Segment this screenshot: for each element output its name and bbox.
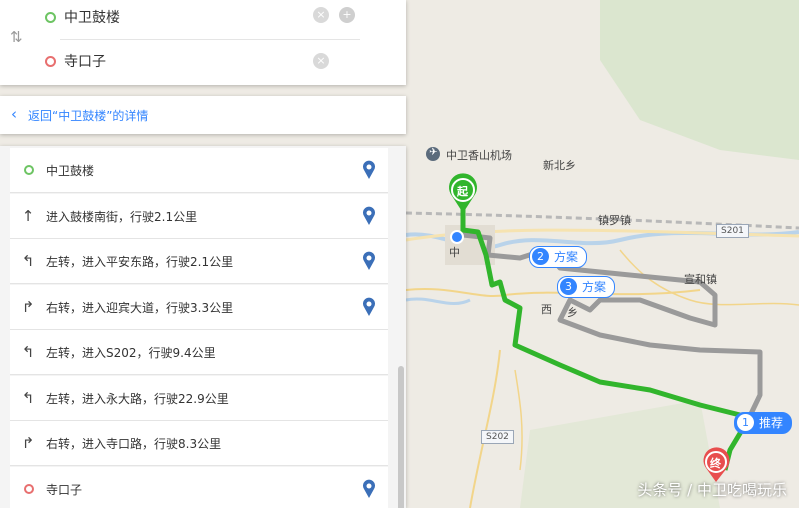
turn-left-icon: ↰ (21, 343, 35, 361)
back-link[interactable]: 返回“中卫鼓楼”的详情 (28, 107, 148, 124)
route-step-text: 中卫鼓楼 (46, 164, 95, 178)
end-marker-label: 终 (710, 457, 721, 470)
road-shield-s202: S202 (481, 430, 514, 444)
route-badge-number: 2 (532, 248, 549, 265)
chevron-left-icon: ‹ (11, 105, 17, 123)
turn-left-icon: ↰ (21, 252, 35, 270)
route-step-text: 左转，进入S202，行驶9.4公里 (46, 346, 216, 360)
map-pin-icon[interactable] (362, 206, 376, 226)
start-marker-label: 起 (457, 185, 468, 198)
route-search-box: ⇅ 中卫鼓楼 × + 寺口子 × (0, 0, 406, 85)
map-label-xinbei: 新北乡 (543, 159, 576, 172)
scrollbar[interactable] (398, 366, 404, 508)
route-badge-1[interactable]: 1 推荐 (734, 412, 793, 434)
route-badge-number: 1 (737, 414, 754, 431)
route-step-text: 进入鼓楼南街，行驶2.1公里 (46, 209, 198, 224)
destination-input[interactable]: 寺口子 (64, 51, 106, 71)
swap-icon[interactable]: ⇅ (10, 28, 23, 46)
map-pin-icon[interactable] (362, 160, 376, 180)
route-badge-label: 推荐 (759, 416, 784, 430)
back-bar[interactable]: ‹ 返回“中卫鼓楼”的详情 (0, 96, 406, 134)
destination-dot-icon (45, 56, 56, 67)
origin-input[interactable]: 中卫鼓楼 (64, 7, 120, 27)
route-badge-2[interactable]: 2 方案 (529, 246, 588, 268)
location-dot (450, 230, 464, 244)
turn-right-icon: ↱ (21, 297, 35, 316)
route-step-text: 寺口子 (46, 482, 83, 497)
origin-dot-icon (45, 12, 56, 23)
map-label-zhong: 中 (449, 246, 460, 259)
map-pin-icon[interactable] (362, 479, 376, 499)
map-label-airport: 中卫香山机场 (446, 149, 512, 162)
field-divider (60, 39, 360, 40)
map-pin-icon[interactable] (362, 251, 376, 271)
airplane-icon: ✈ (429, 147, 438, 158)
turn-left-icon: ↰ (21, 388, 35, 407)
map-label-xuanhe: 宣和镇 (684, 273, 717, 286)
clear-destination-icon[interactable]: × (313, 53, 329, 69)
route-step-text: 左转，进入永大路，行驶22.9公里 (46, 391, 229, 406)
map-label-zhenluo: 镇罗镇 (598, 214, 631, 227)
end-dot-icon (24, 483, 34, 494)
route-step[interactable]: ↑ 进入鼓楼南街，行驶2.1公里 (10, 193, 388, 239)
clear-origin-icon[interactable]: × (313, 7, 329, 23)
map-label-xiang: 乡 (567, 306, 578, 319)
map-label-xi: 西 (541, 303, 552, 316)
route-step-text: 右转，进入迎宾大道，行驶3.3公里 (46, 300, 234, 315)
route-step-text: 左转，进入平安东路，行驶2.1公里 (46, 255, 234, 269)
add-waypoint-icon[interactable]: + (339, 7, 355, 23)
route-steps-panel: 中卫鼓楼 ↑ 进入鼓楼南街，行驶2.1公里 ↰ 左转，进入平安东路，行驶2.1公里 ↱ 右转… (0, 146, 406, 508)
turn-right-icon: ↱ (21, 434, 35, 452)
route-step[interactable]: ↰ 左转，进入S202，行驶9.4公里 (10, 330, 388, 375)
route-step[interactable]: ↰ 左转，进入平安东路，行驶2.1公里 (10, 239, 388, 284)
route-step[interactable]: 寺口子 (10, 466, 388, 508)
route-step[interactable]: ↱ 右转，进入迎宾大道，行驶3.3公里 (10, 284, 388, 330)
road-shield-s201: S201 (716, 224, 749, 238)
route-step[interactable]: ↱ 右转，进入寺口路，行驶8.3公里 (10, 421, 388, 466)
map-pin-icon[interactable] (362, 297, 376, 317)
watermark: 头条号 / 中卫吃喝玩乐 (637, 481, 787, 499)
route-step[interactable]: 中卫鼓楼 (10, 148, 388, 193)
route-badge-3[interactable]: 3 方案 (557, 276, 616, 298)
route-badge-label: 方案 (582, 280, 607, 294)
route-badge-label: 方案 (554, 250, 579, 264)
route-step-text: 右转，进入寺口路，行驶8.3公里 (46, 437, 222, 451)
route-step[interactable]: ↰ 左转，进入永大路，行驶22.9公里 (10, 375, 388, 421)
start-dot-icon (24, 165, 34, 175)
arrow-up-icon: ↑ (21, 206, 35, 225)
route-badge-number: 3 (560, 278, 577, 295)
